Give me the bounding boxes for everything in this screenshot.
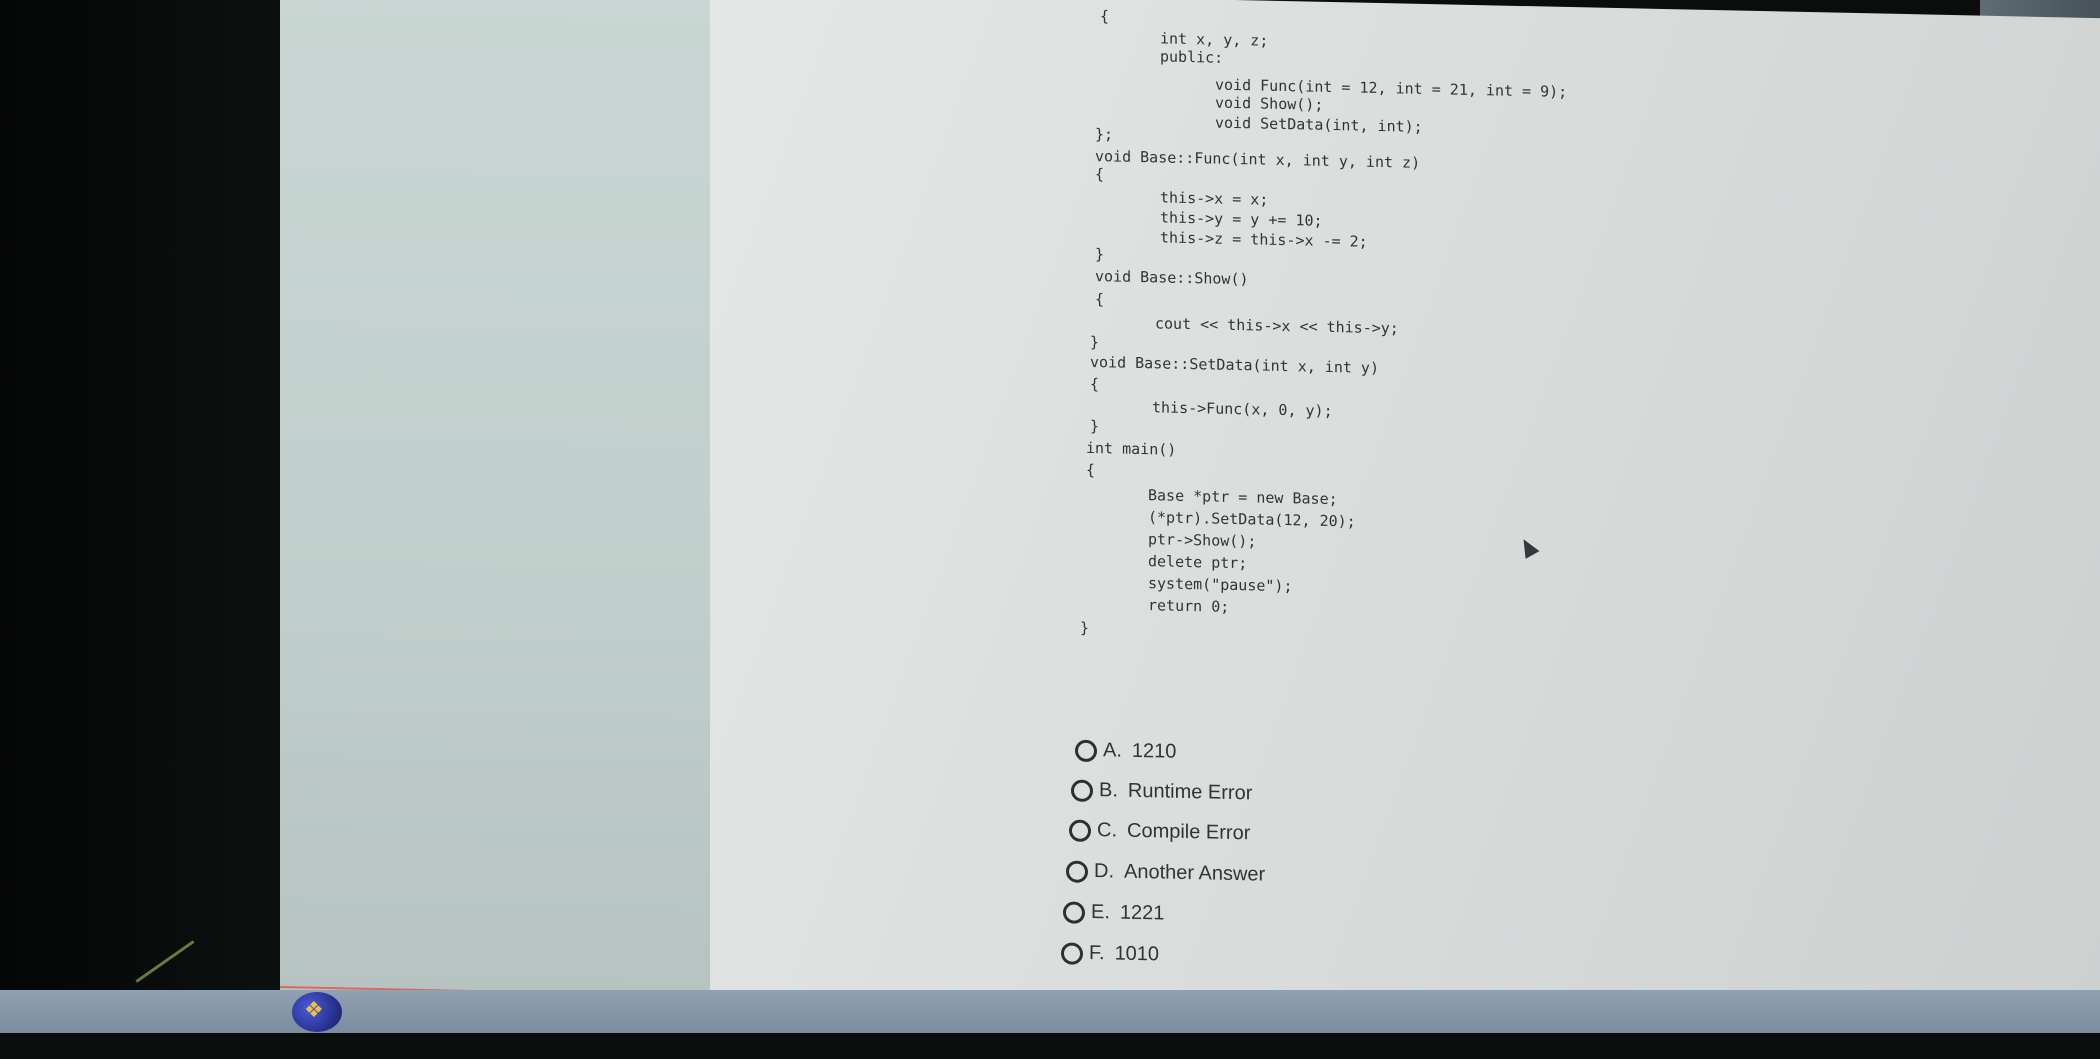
option-letter: D. [1094,860,1114,883]
code-line: } [1090,416,1100,436]
radio-icon[interactable] [1063,900,1085,924]
option-c[interactable]: C. Compile Error [1069,819,1250,846]
code-line: { [1095,290,1105,309]
radio-icon[interactable] [1075,739,1097,762]
option-text: 1210 [1131,739,1177,763]
code-line: this->x = x; [1160,188,1269,209]
code-line: ptr->Show(); [1148,530,1257,551]
radio-icon[interactable] [1066,859,1088,883]
windows-start-icon[interactable]: ❖ [292,992,342,1032]
code-line: void Show(); [1215,93,1324,114]
radio-icon[interactable] [1069,819,1091,842]
option-letter: A. [1103,739,1122,762]
option-letter: F. [1089,941,1105,965]
code-line: system("pause"); [1148,574,1293,596]
option-letter: E. [1091,900,1110,924]
code-line: } [1090,332,1100,352]
code-line: this->z = this->x -= 2; [1160,228,1368,251]
option-text: 1010 [1114,942,1160,966]
code-line: { [1086,460,1096,480]
page-left-margin [280,0,710,1000]
code-line: delete ptr; [1148,552,1248,573]
code-line: { [1090,374,1100,394]
code-line: void Base::Show() [1095,267,1249,289]
option-e[interactable]: E. 1221 [1063,900,1164,925]
code-line: { [1095,165,1105,184]
option-b[interactable]: B. Runtime Error [1071,779,1252,806]
code-line: void SetData(int, int); [1215,113,1423,136]
option-text: Another Answer [1124,860,1266,886]
option-text: Compile Error [1127,819,1251,845]
code-line: (*ptr).SetData(12, 20); [1148,508,1356,531]
code-line: this->Func(x, 0, y); [1152,398,1333,421]
code-line: } [1080,618,1090,637]
radio-icon[interactable] [1071,779,1093,802]
code-line: }; [1095,125,1114,144]
code-line: int x, y, z; [1160,29,1269,50]
radio-icon[interactable] [1061,941,1083,965]
code-line: this->y = y += 10; [1160,208,1323,230]
option-text: Runtime Error [1127,779,1253,805]
code-line: { [1100,7,1110,26]
option-letter: B. [1099,779,1118,802]
option-a[interactable]: A. 1210 [1075,739,1176,764]
code-line: Base *ptr = new Base; [1148,486,1338,509]
code-line: } [1095,245,1105,264]
option-text: 1221 [1119,901,1165,925]
code-line: return 0; [1148,596,1230,616]
code-line: int main() [1086,438,1177,459]
screen: { int x, y, z; public: void Func(int = 1… [280,0,2100,1059]
code-line: public: [1160,47,1224,67]
option-f[interactable]: F. 1010 [1061,941,1159,966]
option-letter: C. [1097,819,1117,842]
option-d[interactable]: D. Another Answer [1066,859,1265,886]
